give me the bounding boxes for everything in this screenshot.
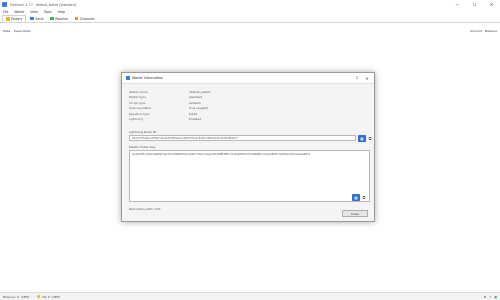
menu-tools[interactable]: Tools (44, 10, 52, 14)
column-description[interactable]: Description (14, 29, 31, 33)
property-label: Lightning (129, 117, 144, 122)
lightning-node-id-field[interactable]: 02a3c5f7e9b1d3f5a7c9e1b3d5f7a9c1e3b5d7f9… (129, 135, 356, 141)
property-value: Enabled (189, 117, 202, 122)
property-row: Lightning Enabled (129, 117, 210, 123)
dialog-help-button[interactable]: ? (352, 76, 362, 81)
tab-channels-label: Channels (79, 16, 95, 21)
status-bar: Balance: 0. mBTC LN: 0. mBTC ⚙ ⚡ ● (0, 292, 500, 300)
minimize-button[interactable]: — (449, 0, 466, 9)
property-row: Seed available True (segwit) (129, 106, 210, 112)
property-label: Wallet name (129, 89, 148, 94)
derivation-path-label: Derivation path: m/0' (129, 207, 161, 211)
tab-history[interactable]: History (2, 15, 27, 22)
property-value: bip32 (189, 111, 198, 116)
wallet-properties: Wallet name default_wallet Wallet type s… (129, 89, 210, 122)
master-public-key-label: Master Public Key (129, 145, 156, 149)
property-value: standard (189, 95, 203, 100)
dialog-app-icon (126, 76, 130, 80)
receive-icon (50, 16, 54, 21)
window-title: Electrum 4.?.? - default_wallet [standar… (10, 2, 76, 7)
app-icon (2, 2, 7, 7)
history-icon (6, 17, 10, 21)
property-label: Script type (129, 100, 146, 105)
tab-receive[interactable]: Receive (47, 15, 70, 22)
property-value: True (segwit) (189, 106, 209, 111)
menu-help[interactable]: Help (58, 10, 65, 14)
property-row: Wallet name default_wallet (129, 89, 210, 95)
lightning-text: LN: 0. mBTC (41, 294, 61, 299)
property-label: Keystore type (129, 111, 150, 116)
column-amount[interactable]: Amount (470, 29, 482, 33)
menu-wallet[interactable]: Wallet (14, 10, 24, 14)
property-value: default_wallet (189, 89, 211, 94)
property-label: Seed available (129, 106, 151, 111)
balance-text: Balance: 0. mBTC (3, 294, 30, 299)
property-row: Wallet type standard (129, 95, 210, 101)
qrcode-icon[interactable]: ▦ (352, 194, 360, 201)
tab-channels[interactable]: Channels (72, 15, 98, 22)
lightning-node-id-label: Lightning Node ID: (129, 130, 157, 134)
close-window-button[interactable]: ✕ (483, 0, 500, 9)
window-controls: — ☐ ✕ (449, 0, 500, 9)
copy-icon[interactable]: ⧉ (366, 135, 374, 142)
tab-bar: History Send Receive Channels (0, 15, 500, 23)
column-date[interactable]: Date (3, 29, 10, 33)
property-row: Script type p2wpkh (129, 100, 210, 106)
lightning-status: LN: 0. mBTC (37, 295, 60, 299)
window-titlebar: Electrum 4.?.? - default_wallet [standar… (0, 0, 500, 9)
qrcode-icon[interactable]: ▦ (358, 134, 366, 142)
property-value: p2wpkh (189, 100, 201, 105)
lightning-icon (37, 295, 41, 298)
column-balance[interactable]: Balance (485, 29, 497, 33)
dialog-titlebar: Wallet Information ? ✕ (122, 73, 374, 84)
dialog-title: Wallet Information (132, 76, 164, 80)
send-icon (30, 16, 34, 21)
channels-icon (74, 16, 79, 21)
master-public-key-field[interactable]: zpub6rFR7y4Q2AijBEqTUquhVz398htDFrtymD9x… (129, 150, 370, 202)
wallet-information-dialog: Wallet Information ? ✕ Wallet name defau… (121, 72, 375, 222)
dialog-close-icon[interactable]: ✕ (362, 76, 372, 81)
lightning-network-icon[interactable]: ⚡ (489, 295, 491, 299)
property-label: Wallet type (129, 95, 146, 100)
history-table-header: Date Description Amount Balance (3, 28, 497, 33)
tab-receive-label: Receive (55, 16, 68, 21)
menu-view[interactable]: View (30, 10, 38, 14)
copy-icon[interactable]: ⧉ (360, 194, 368, 201)
close-button[interactable]: Close (342, 210, 368, 217)
balance-status: Balance: 0. mBTC (3, 295, 29, 299)
maximize-button[interactable]: ☐ (466, 0, 483, 9)
tab-send-label: Send (35, 16, 44, 21)
tab-send[interactable]: Send (27, 15, 46, 22)
menu-file[interactable]: File (3, 10, 8, 14)
tab-history-label: History (11, 17, 23, 21)
preferences-icon[interactable]: ⚙ (484, 295, 487, 299)
network-status-icon[interactable]: ● (494, 295, 497, 299)
